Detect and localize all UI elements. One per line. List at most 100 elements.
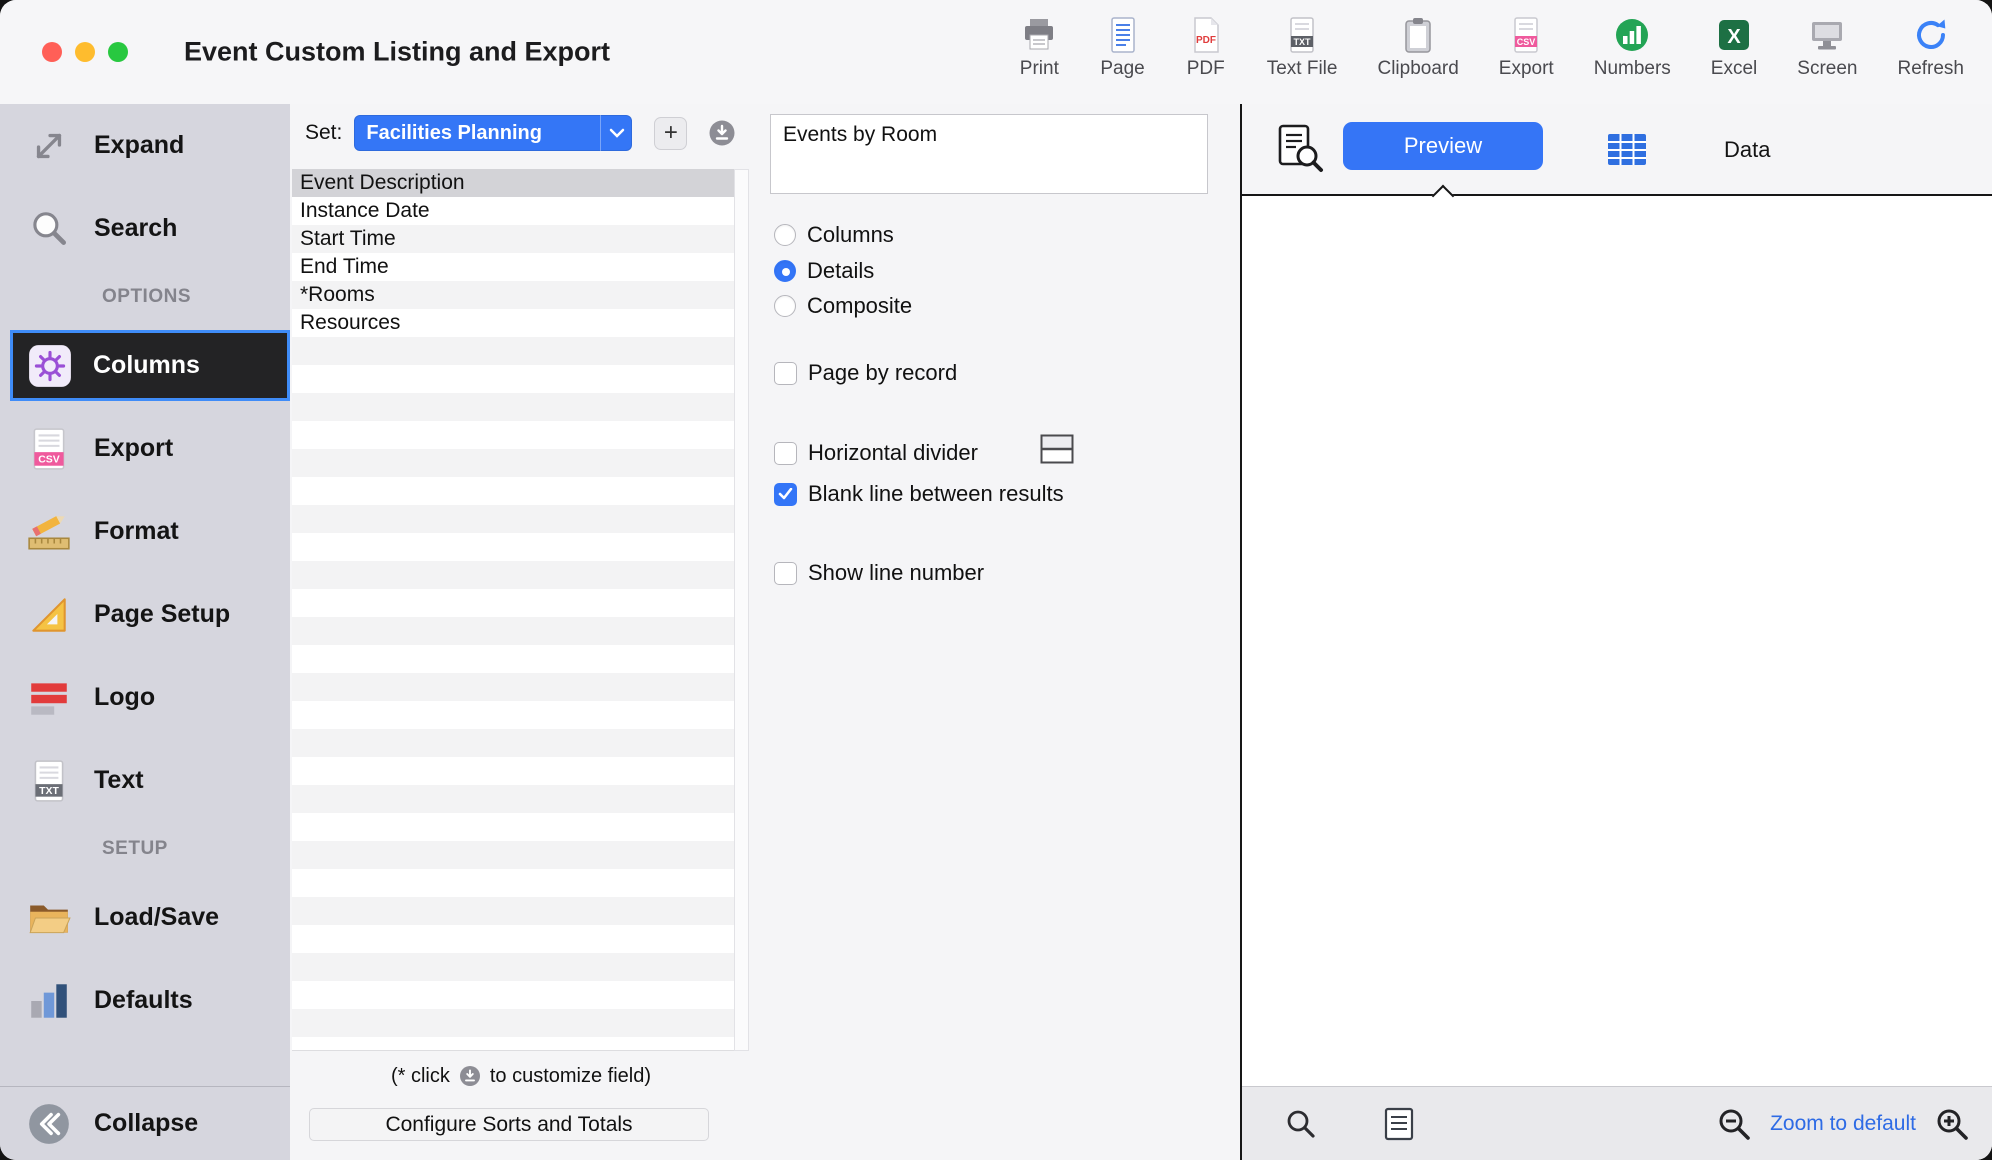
page-icon [1102,14,1144,56]
toolbar-page-button[interactable]: Page [1100,8,1144,80]
sidebar-item-label: Collapse [94,1109,198,1138]
sidebar-item-expand[interactable]: Expand [0,104,290,187]
radio-details[interactable]: Details [774,254,874,288]
titlebar: Event Custom Listing and Export Print Pa… [0,0,1992,104]
toolbar-refresh-button[interactable]: Refresh [1897,8,1964,80]
bar-chart-icon [24,978,74,1024]
sidebar-item-label: Text [94,766,144,795]
radio-label: Columns [807,222,894,248]
sidebar-item-label: Expand [94,131,184,160]
field-list-scrollbar[interactable] [734,169,749,1051]
checkbox-icon [774,442,797,465]
radio-label: Composite [807,293,912,319]
preview-panel: Preview Data Zoom to default [1240,104,1992,1160]
close-button[interactable] [42,42,62,62]
checkbox-label: Page by record [808,360,957,386]
svg-text:CSV: CSV [1517,37,1536,47]
radio-columns[interactable]: Columns [774,218,894,252]
download-icon [458,1064,482,1088]
set-dropdown[interactable]: Facilities Planning [354,115,632,151]
checkbox-label: Show line number [808,560,984,586]
preview-area[interactable] [1242,196,1992,1086]
sidebar-item-columns[interactable]: Columns [0,324,290,407]
checkbox-horizontal-divider[interactable]: Horizontal divider [774,436,978,470]
sidebar-item-defaults[interactable]: Defaults [0,959,290,1042]
field-row[interactable]: Start Time [292,225,734,253]
download-icon [707,118,737,148]
magnifier-tool-icon[interactable] [1284,1107,1318,1141]
sidebar-item-label: Logo [94,683,155,712]
sidebar-item-export[interactable]: CSV Export [0,407,290,490]
sidebar-item-label: Page Setup [94,600,230,629]
tab-data[interactable]: Data [1724,104,1770,196]
csv-export-icon: CSV [1505,14,1547,56]
gear-icon [25,343,75,389]
toolbar-text-file-button[interactable]: TXT Text File [1267,8,1338,80]
configure-sorts-totals-button[interactable]: Configure Sorts and Totals [309,1108,709,1141]
toolbar-screen-button[interactable]: Screen [1797,8,1857,80]
field-row[interactable]: Instance Date [292,197,734,225]
set-label: Set: [305,121,342,145]
svg-text:CSV: CSV [38,454,59,465]
checkbox-label: Blank line between results [808,481,1064,507]
sidebar-item-collapse[interactable]: Collapse [0,1086,290,1160]
zoom-controls: Zoom to default [1716,1106,1992,1142]
sidebar-item-search[interactable]: Search [0,187,290,270]
table-grid-icon[interactable] [1604,127,1650,178]
field-list[interactable]: Event Description Instance Date Start Ti… [292,169,734,1051]
fields-panel: Set: Facilities Planning + Event Descrip… [290,104,752,1160]
toolbar-numbers-button[interactable]: Numbers [1594,8,1671,80]
field-row[interactable]: Resources [292,309,734,337]
zoom-out-icon[interactable] [1716,1106,1752,1142]
field-row[interactable]: End Time [292,253,734,281]
footer-tools [1242,1107,1414,1141]
toolbar-print-button[interactable]: Print [1018,8,1060,80]
search-icon [24,206,74,252]
checkbox-blank-line[interactable]: Blank line between results [774,477,1064,511]
minimize-button[interactable] [75,42,95,62]
toolbar-clipboard-button[interactable]: Clipboard [1377,8,1458,80]
sidebar-item-page-setup[interactable]: Page Setup [0,573,290,656]
folder-icon [24,895,74,941]
text-view-icon[interactable] [1384,1107,1414,1141]
field-row[interactable]: Event Description [292,169,734,197]
zoom-in-icon[interactable] [1934,1106,1970,1142]
sidebar-item-text[interactable]: TXT Text [0,739,290,822]
sidebar-section-setup: SETUP [0,822,290,876]
toolbar-pdf-button[interactable]: PDF PDF [1185,8,1227,80]
sidebar-item-load-save[interactable]: Load/Save [0,876,290,959]
sidebar-item-label: Defaults [94,986,193,1015]
radio-composite[interactable]: Composite [774,289,912,323]
checkbox-checked-icon [774,483,797,506]
pencil-ruler-icon [24,509,74,555]
horizontal-divider-preview-icon [1040,434,1074,469]
field-row[interactable]: *Rooms [292,281,734,309]
toolbar-item-label: Refresh [1897,58,1964,80]
fullscreen-button[interactable] [108,42,128,62]
toolbar-export-button[interactable]: CSV Export [1499,8,1554,80]
radio-circle-icon [774,295,796,317]
add-set-button[interactable]: + [654,117,687,150]
toolbar-excel-button[interactable]: X Excel [1711,8,1757,80]
toolbar: Print Page PDF PDF TXT Text File Clipboa… [1018,8,1964,100]
pdf-icon: PDF [1185,14,1227,56]
collapse-chevrons-icon [24,1101,74,1147]
download-set-button[interactable] [707,118,737,148]
document-search-icon[interactable] [1272,122,1324,179]
screen-icon [1806,14,1848,56]
checkbox-show-line-number[interactable]: Show line number [774,556,984,590]
tab-preview[interactable]: Preview [1343,122,1543,170]
checkbox-icon [774,362,797,385]
sidebar-item-format[interactable]: Format [0,490,290,573]
checkbox-icon [774,562,797,585]
sidebar-item-label: Columns [93,351,200,380]
hint-suffix: to customize field) [490,1065,651,1088]
txt-file-icon: TXT [24,758,74,804]
report-title-input[interactable]: Events by Room [770,114,1208,194]
toolbar-item-label: Page [1100,58,1144,80]
checkbox-page-by-record[interactable]: Page by record [774,356,957,390]
svg-text:TXT: TXT [39,786,59,797]
zoom-to-default-link[interactable]: Zoom to default [1770,1112,1916,1136]
radio-circle-icon [774,260,796,282]
sidebar-item-logo[interactable]: Logo [0,656,290,739]
